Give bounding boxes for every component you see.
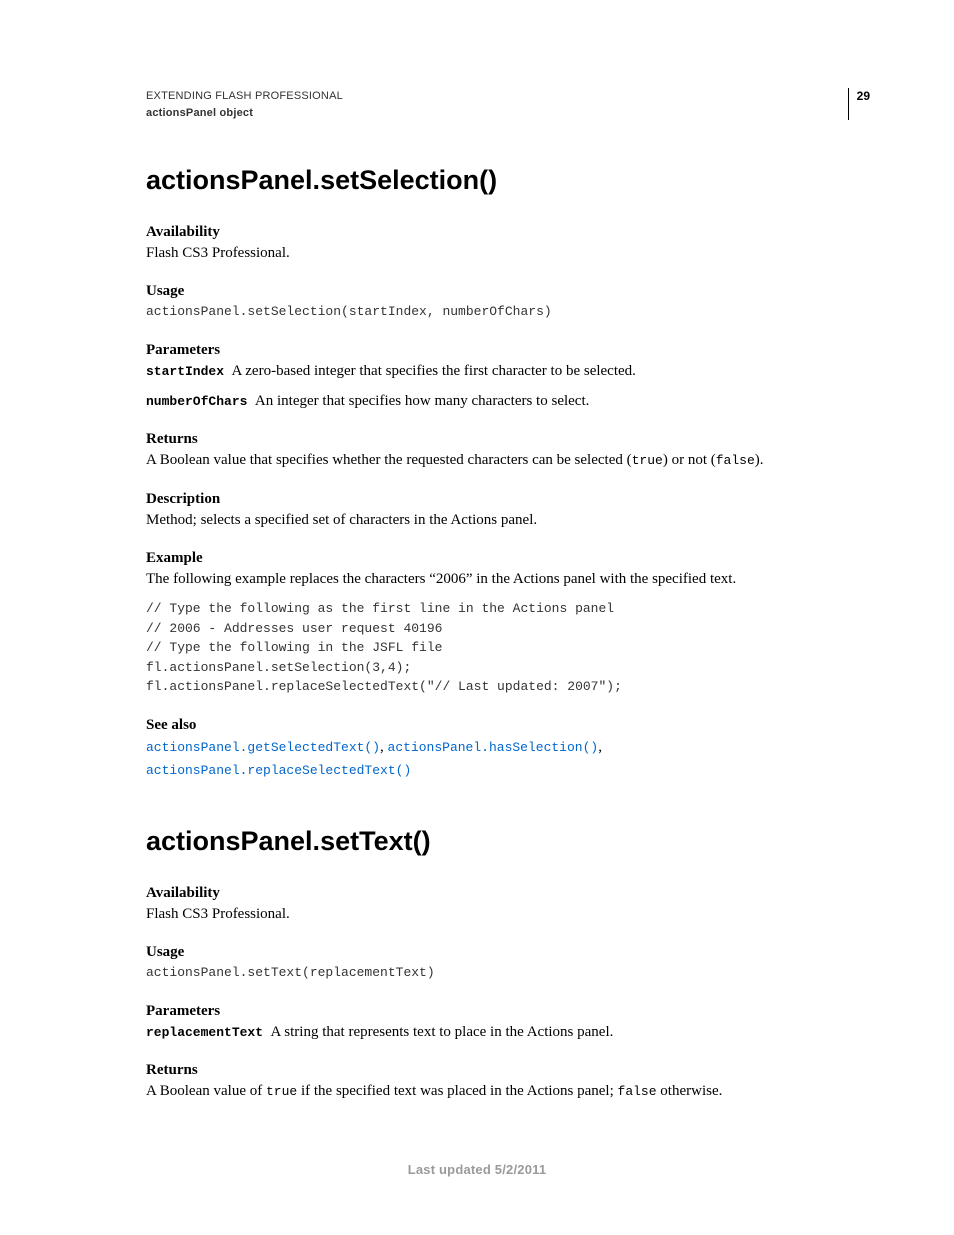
label-parameters: Parameters — [146, 342, 870, 359]
returns-code-true: true — [632, 453, 663, 468]
page-number-wrap: 29 — [848, 88, 870, 120]
label-returns-2: Returns — [146, 1062, 870, 1079]
param-startindex: startIndex A zero-based integer that spe… — [146, 361, 870, 381]
code-usage: actionsPanel.setSelection(startIndex, nu… — [146, 302, 870, 322]
returns-post: ). — [755, 452, 764, 468]
label-usage-2: Usage — [146, 944, 870, 961]
footer-last-updated: Last updated 5/2/2011 — [0, 1162, 954, 1177]
text-returns: A Boolean value that specifies whether t… — [146, 450, 870, 470]
api-heading-setselection: actionsPanel.setSelection() — [146, 165, 870, 196]
returns-code-true-2: true — [266, 1084, 297, 1099]
param-replacementtext: replacementText A string that represents… — [146, 1022, 870, 1042]
returns-pre-2: A Boolean value of — [146, 1083, 266, 1099]
text-availability-2: Flash CS3 Professional. — [146, 904, 870, 924]
label-returns: Returns — [146, 431, 870, 448]
api-heading-settext: actionsPanel.setText() — [146, 826, 870, 857]
link-replaceselectedtext[interactable]: actionsPanel.replaceSelectedText() — [146, 763, 411, 778]
text-description: Method; selects a specified set of chara… — [146, 510, 870, 530]
link-getselectedtext[interactable]: actionsPanel.getSelectedText() — [146, 740, 380, 755]
label-usage: Usage — [146, 283, 870, 300]
param-desc-numberofchars: An integer that specifies how many chara… — [255, 393, 589, 409]
returns-mid-2: if the specified text was placed in the … — [297, 1083, 617, 1099]
page-number-rule — [848, 88, 849, 120]
param-name-startindex: startIndex — [146, 364, 224, 379]
text-returns-2: A Boolean value of true if the specified… — [146, 1081, 870, 1101]
see-also-links: actionsPanel.getSelectedText(), actionsP… — [146, 736, 870, 783]
label-availability-2: Availability — [146, 885, 870, 902]
param-name-numberofchars: numberOfChars — [146, 394, 247, 409]
param-numberofchars: numberOfChars An integer that specifies … — [146, 391, 870, 411]
returns-code-false-2: false — [618, 1084, 657, 1099]
page-number: 29 — [857, 88, 870, 120]
code-usage-2: actionsPanel.setText(replacementText) — [146, 963, 870, 983]
code-example: // Type the following as the first line … — [146, 599, 870, 697]
label-description: Description — [146, 491, 870, 508]
link-hasselection[interactable]: actionsPanel.hasSelection() — [388, 740, 599, 755]
header-subtitle: actionsPanel object — [146, 105, 848, 122]
returns-pre: A Boolean value that specifies whether t… — [146, 452, 632, 468]
sep-comma-2: , — [598, 739, 602, 755]
label-example: Example — [146, 550, 870, 567]
running-header: EXTENDING FLASH PROFESSIONAL actionsPane… — [146, 88, 870, 121]
param-desc-startindex: A zero-based integer that specifies the … — [232, 363, 636, 379]
label-see-also: See also — [146, 717, 870, 734]
label-availability: Availability — [146, 224, 870, 241]
text-availability: Flash CS3 Professional. — [146, 243, 870, 263]
param-desc-replacementtext: A string that represents text to place i… — [271, 1024, 614, 1040]
returns-code-false: false — [716, 453, 755, 468]
returns-mid: ) or not ( — [663, 452, 716, 468]
sep-comma-1: , — [380, 739, 388, 755]
param-name-replacementtext: replacementText — [146, 1025, 263, 1040]
returns-post-2: otherwise. — [657, 1083, 723, 1099]
text-example-intro: The following example replaces the chara… — [146, 569, 870, 589]
header-title: EXTENDING FLASH PROFESSIONAL — [146, 88, 848, 105]
label-parameters-2: Parameters — [146, 1003, 870, 1020]
running-header-text: EXTENDING FLASH PROFESSIONAL actionsPane… — [146, 88, 848, 121]
